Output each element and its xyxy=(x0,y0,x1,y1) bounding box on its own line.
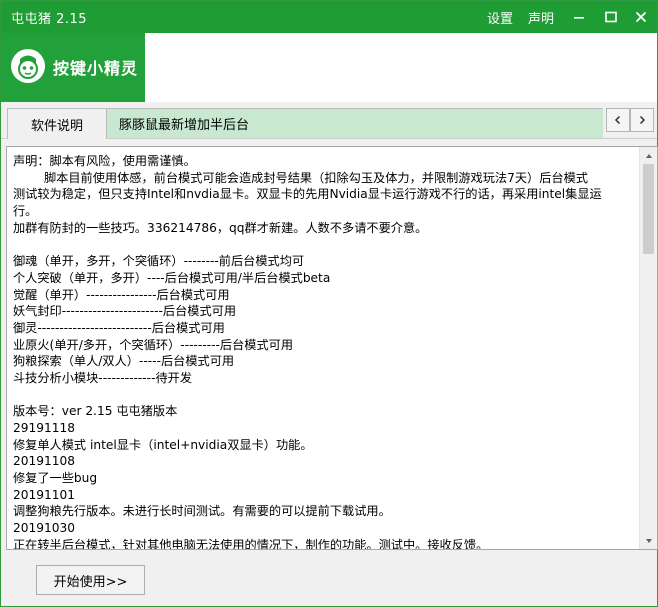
text-line: 妖气封印-----------------------后台模式可用 xyxy=(13,304,237,319)
title-bar: 屯屯猪 2.15 设置 声明 xyxy=(1,1,657,33)
text-line: 修复单人模式 intel显卡（intel+nvidia双显卡）功能。 xyxy=(13,437,313,452)
scrollbar-thumb[interactable] xyxy=(643,164,654,254)
minimize-icon xyxy=(574,17,584,19)
text-line: 版本号：ver 2.15 屯屯猪版本 xyxy=(13,404,178,419)
text-line: 脚本目前使用体感，前台模式可能会造成封号结果（扣除勾玉及体力，并限制游戏玩法7天… xyxy=(13,170,588,185)
text-line: 个人突破（单开，多开）----后台模式可用/半后台模式beta xyxy=(13,270,331,285)
elf-mascot-icon xyxy=(11,49,45,83)
text-line xyxy=(13,236,637,253)
chevron-left-icon xyxy=(614,115,621,125)
chevron-right-icon xyxy=(639,115,646,125)
close-icon xyxy=(635,11,647,23)
text-line: 斗技分析小模块-------------待开发 xyxy=(13,370,193,385)
minimize-button[interactable] xyxy=(564,1,594,33)
description-textarea[interactable]: 声明：脚本有风险，使用需谨慎。 脚本目前使用体感，前台模式可能会造成封号结果（扣… xyxy=(6,146,658,550)
text-line xyxy=(13,387,637,404)
text-line: 测试较为稳定，但只支持Intel和nvdia显卡。双显卡的先用Nvidia显卡运… xyxy=(13,187,602,202)
tab-next-button[interactable] xyxy=(630,108,654,132)
text-line: 20191108 xyxy=(13,454,76,469)
scroll-up-button[interactable] xyxy=(640,147,657,164)
tab-prev-button[interactable] xyxy=(606,108,630,132)
text-line: 20191030 xyxy=(13,521,76,536)
arrow-down-icon xyxy=(645,538,652,543)
tab-software-description[interactable]: 软件说明 xyxy=(7,108,107,139)
start-button[interactable]: 开始使用>> xyxy=(36,565,145,595)
settings-link[interactable]: 设置 xyxy=(487,8,513,27)
text-line: 修复了一些bug xyxy=(13,471,98,486)
maximize-button[interactable] xyxy=(596,1,626,33)
brand-banner: 按键小精灵 xyxy=(1,33,657,102)
text-line: 调整狗粮先行版本。未进行长时间测试。有需要的可以提前下载试用。 xyxy=(13,504,391,519)
statement-link[interactable]: 声明 xyxy=(528,8,554,27)
tab-latest-update[interactable]: 豚豚鼠最新增加半后台 xyxy=(107,108,603,138)
vertical-scrollbar[interactable] xyxy=(639,147,657,549)
brand-name: 按键小精灵 xyxy=(53,59,139,78)
logo: 按键小精灵 xyxy=(1,33,145,102)
text-line: 业原火(单开/多开，个突循环）---------后台模式可用 xyxy=(13,337,294,352)
scroll-down-button[interactable] xyxy=(640,532,657,549)
text-line: 29191118 xyxy=(13,421,76,435)
text-line: 20191101 xyxy=(13,487,76,502)
text-line: 御灵--------------------------后台模式可用 xyxy=(13,320,225,335)
text-line: 加群有防封的一些技巧。336214786，qq群才新建。人数不多请不要介意。 xyxy=(13,220,428,235)
arrow-up-icon xyxy=(645,153,652,158)
text-line: 觉醒（单开）----------------后台模式可用 xyxy=(13,287,230,302)
text-line: 狗粮探索（单人/双人）-----后台模式可用 xyxy=(13,354,235,369)
description-text: 声明：脚本有风险，使用需谨慎。 脚本目前使用体感，前台模式可能会造成封号结果（扣… xyxy=(13,153,637,550)
window-title: 屯屯猪 2.15 xyxy=(11,12,88,27)
tab-bar: 软件说明 豚豚鼠最新增加半后台 xyxy=(1,102,657,139)
app-window: 屯屯猪 2.15 设置 声明 按键小精灵 软件说明 豚豚鼠最新增加半后台 声明：… xyxy=(0,0,658,607)
text-line: 御魂（单开，多开，个突循环）--------前后台模式均可 xyxy=(13,254,305,269)
text-line: 行。 xyxy=(13,204,38,219)
text-line: 声明：脚本有风险，使用需谨慎。 xyxy=(13,154,196,168)
maximize-icon xyxy=(605,11,617,23)
text-line: 正在转半后台模式，针对其他电脑无法使用的情况下，制作的功能。测试中。接收反馈。 xyxy=(13,537,489,550)
close-button[interactable] xyxy=(626,1,656,33)
